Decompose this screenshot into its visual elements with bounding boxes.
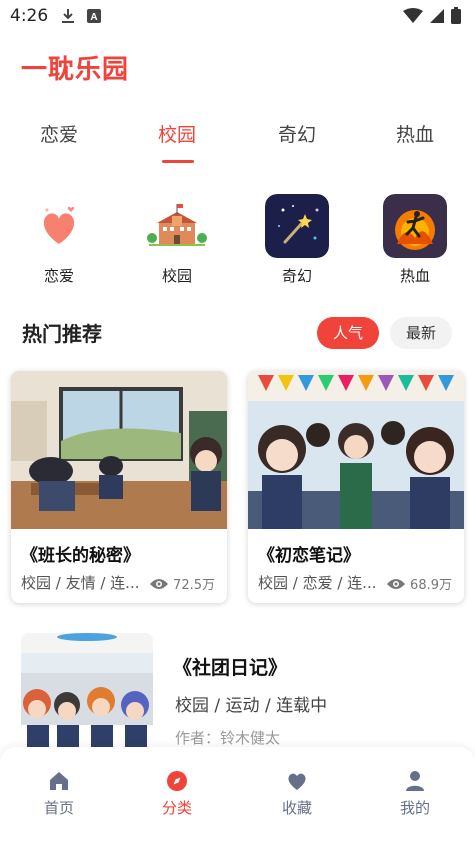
eye-icon (150, 578, 169, 589)
comic-title: 《班长的秘密》 (21, 546, 140, 566)
nav-label: 收藏 (281, 799, 312, 817)
nav-favorites[interactable]: 收藏 (238, 769, 356, 818)
download-icon (62, 9, 74, 23)
category-fantasy[interactable]: 奇幻 (238, 194, 356, 286)
view-count: 68.9万 (386, 574, 452, 593)
list-item[interactable]: 《社团日记》 校园 / 运动 / 连载中 作者：铃木健太 (0, 633, 475, 753)
nav-label: 分类 (161, 799, 192, 817)
category-campus[interactable]: 校园 (118, 194, 236, 286)
category-label: 恋爱 (43, 267, 74, 285)
heart-icon (288, 773, 306, 790)
compass-icon (167, 771, 187, 791)
tab-romance[interactable]: 恋爱 (0, 120, 118, 147)
comic-cover-image (11, 371, 227, 529)
category-label: 校园 (161, 267, 192, 285)
tab-fantasy[interactable]: 奇幻 (238, 120, 356, 147)
list-author: 作者：铃木健太 (175, 729, 281, 747)
comic-card[interactable]: 《班长的秘密》 校园 / 友情 / 连... 72.5万 (11, 371, 227, 603)
home-icon (50, 772, 68, 790)
sort-popular-button[interactable]: 人气 (317, 317, 380, 349)
view-count-value: 68.9万 (410, 578, 452, 593)
magic-wand-icon (265, 194, 329, 258)
text-a-icon: A (87, 9, 101, 23)
battery-icon (451, 7, 461, 24)
heart-icon (27, 194, 91, 258)
list-cover-image (21, 633, 153, 753)
tab-campus[interactable]: 校园 (118, 120, 236, 147)
comic-tags: 校园 / 恋爱 / 连... (258, 574, 377, 592)
bottom-nav: 首页 分类 收藏 我的 (0, 747, 475, 846)
eye-icon (387, 578, 406, 589)
category-label: 奇幻 (281, 267, 312, 285)
nav-label: 我的 (399, 799, 430, 817)
sort-latest-button[interactable]: 最新 (390, 317, 453, 349)
category-label: 热血 (399, 267, 430, 285)
nav-home[interactable]: 首页 (0, 769, 118, 818)
wifi-icon (403, 7, 423, 23)
comic-tags: 校园 / 友情 / 连... (21, 574, 140, 592)
view-count: 72.5万 (149, 574, 215, 593)
comic-cover-image (248, 371, 464, 529)
list-title: 《社团日记》 (173, 657, 288, 679)
nav-profile[interactable]: 我的 (356, 769, 474, 818)
category-grid: 恋爱 校园 奇幻 热血 (0, 194, 475, 290)
nav-label: 首页 (43, 799, 74, 817)
fire-runner-icon (383, 194, 447, 258)
category-romance[interactable]: 恋爱 (0, 194, 118, 286)
view-count-value: 72.5万 (173, 578, 215, 593)
genre-tabs: 恋爱 校园 奇幻 热血 (0, 110, 475, 166)
comic-card[interactable]: 《初恋笔记》 校园 / 恋爱 / 连... 68.9万 (248, 371, 464, 603)
active-tab-indicator (162, 160, 194, 163)
app-title: 一耽乐园 (21, 55, 130, 85)
signal-icon (430, 8, 444, 23)
category-action[interactable]: 热血 (356, 194, 474, 286)
comic-title: 《初恋笔记》 (258, 546, 360, 566)
list-tags: 校园 / 运动 / 连载中 (175, 696, 328, 716)
status-bar: 4:26 A (0, 0, 475, 32)
user-icon (406, 771, 424, 791)
school-building-icon (145, 194, 209, 258)
svg-text:A: A (90, 12, 97, 23)
nav-category[interactable]: 分类 (118, 769, 236, 818)
tab-action[interactable]: 热血 (356, 120, 474, 147)
status-time: 4:26 (10, 6, 49, 26)
section-title: 热门推荐 (22, 322, 102, 346)
